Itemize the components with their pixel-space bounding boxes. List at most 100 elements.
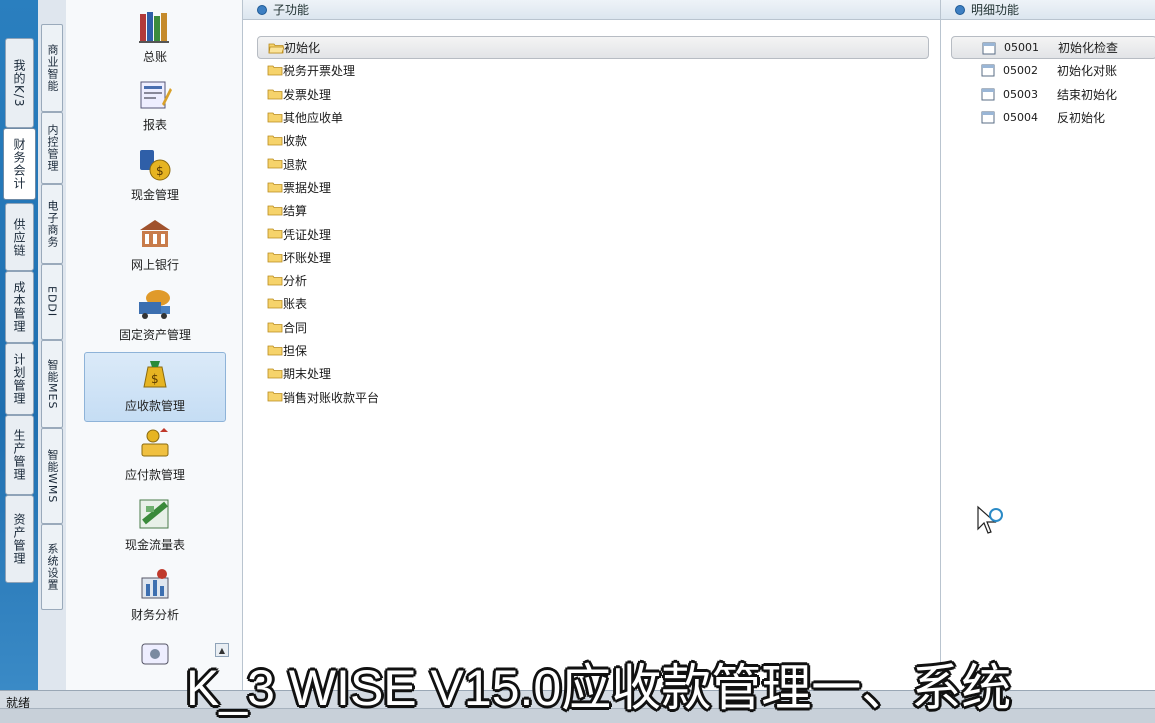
more-module-icon (141, 643, 169, 665)
tree-item[interactable]: 税务开票处理 (257, 59, 929, 82)
svg-text:$: $ (151, 372, 159, 386)
detail-item-name: 初始化对账 (1057, 64, 1118, 79)
tree-item-label: 票据处理 (283, 180, 332, 195)
report-icon (140, 81, 172, 109)
tab-financial-accounting[interactable]: 财务会计 (3, 128, 36, 200)
tab-production-management[interactable]: 生产管理 (5, 415, 34, 495)
tree-item[interactable]: 退款 (257, 152, 929, 175)
module-cash-management[interactable]: $ 现金管理 (84, 142, 226, 212)
sub-function-title: 子功能 (273, 3, 310, 17)
tree-item[interactable]: 销售对账收款平台 (257, 385, 929, 408)
tree-item-label: 担保 (283, 344, 308, 358)
tree-item[interactable]: 其他应收单 (257, 106, 929, 129)
folder-icon (267, 298, 283, 309)
detail-item[interactable]: 05001 初始化检查 (951, 36, 1155, 60)
tab-supply-chain[interactable]: 供应链 (5, 203, 34, 271)
pane-bullet-icon (955, 4, 965, 15)
folder-icon (267, 368, 283, 379)
detail-item[interactable]: 05002 初始化对账 (951, 59, 1155, 82)
ledger-books-icon (139, 12, 169, 43)
sub-function-pane: 子功能 初始化税务开票处理 发票处理其他应收单收款退款票据处理结算凭证处理坏账处理… (243, 0, 941, 690)
document-icon (982, 42, 996, 55)
module-label: 固定资产管理 (118, 328, 191, 342)
tab-system-settings[interactable]: 系统设置 (41, 524, 63, 610)
online-bank-icon (140, 220, 170, 247)
tree-item-label: 坏账处理 (283, 250, 332, 265)
tree-item[interactable]: 期末处理 (257, 362, 929, 385)
detail-item-code: 05002 (1003, 64, 1038, 78)
tree-item[interactable]: 凭证处理 (257, 222, 929, 245)
detail-item-name: 结束初始化 (1057, 87, 1118, 102)
detail-function-header: 明细功能 (941, 0, 1155, 20)
tree-item[interactable]: 分析 (257, 269, 929, 292)
module-label: 应收款管理 (124, 399, 185, 413)
folder-icon (267, 275, 283, 286)
detail-item-name: 初始化检查 (1058, 41, 1119, 56)
tree-item[interactable]: 担保 (257, 339, 929, 362)
tree-item-label: 其他应收单 (283, 111, 344, 126)
module-panel: 总账 报表 $ 现金管理 网上银行 固定资产管理 $ 应收款管理 应付款管理 现… (66, 0, 243, 690)
detail-item[interactable]: 05004 反初始化 (951, 106, 1155, 129)
module-label: 现金管理 (130, 188, 179, 202)
tab-eddi[interactable]: EDDI (41, 264, 63, 340)
folder-icon (267, 205, 283, 216)
folder-icon (267, 159, 283, 169)
tab-e-commerce[interactable]: 电子商务 (41, 184, 63, 264)
folder-icon (267, 345, 283, 356)
tree-item-label: 退款 (283, 157, 308, 172)
module-general-ledger[interactable]: 总账 (84, 4, 226, 74)
module-label: 网上银行 (130, 258, 179, 272)
tree-item-label: 凭证处理 (283, 227, 332, 242)
sub-function-header: 子功能 (243, 0, 940, 20)
tree-item[interactable]: 合同 (257, 316, 929, 339)
module-payables[interactable]: 应付款管理 (84, 422, 226, 492)
cashflow-statement-icon (139, 499, 169, 529)
detail-item-code: 05004 (1003, 111, 1038, 125)
tree-item[interactable]: 收款 (257, 129, 929, 152)
module-reports[interactable]: 报表 (84, 72, 226, 142)
mouse-cursor-icon (977, 505, 1003, 534)
document-icon (981, 64, 995, 77)
folder-icon (267, 182, 283, 193)
tree-item-label: 发票处理 (283, 87, 332, 102)
tree-item[interactable]: 坏账处理 (257, 246, 929, 269)
tree-item[interactable]: 发票处理 (257, 83, 929, 106)
tree-item-label: 期末处理 (283, 367, 332, 382)
module-label: 现金流量表 (124, 538, 185, 552)
detail-function-pane: 明细功能 05001 初始化检查 05002 初始化对账 05003 结束初始化 05004… (941, 0, 1155, 690)
folder-open-icon (268, 43, 284, 54)
folder-icon (267, 252, 283, 263)
tree-item[interactable]: 初始化 (257, 36, 929, 60)
tree-item[interactable]: 账表 (257, 292, 929, 315)
svg-text:$: $ (156, 164, 164, 178)
sub-function-tree: 初始化税务开票处理 发票处理其他应收单收款退款票据处理结算凭证处理坏账处理分析账表… (257, 36, 929, 409)
tree-item-label: 销售对账收款平台 (283, 390, 380, 405)
module-cashflow-statement[interactable]: 现金流量表 (84, 492, 226, 562)
tab-smart-mes[interactable]: 智能MES (41, 340, 63, 428)
tab-asset-management[interactable]: 资产管理 (5, 495, 34, 583)
tab-business-intelligence[interactable]: 商业智能 (41, 24, 63, 112)
detail-item-code: 05001 (1004, 41, 1039, 55)
tree-item[interactable]: 结算 (257, 199, 929, 222)
module-label: 财务分析 (130, 608, 179, 622)
folder-icon (267, 228, 283, 239)
financial-analysis-icon (141, 569, 169, 599)
module-online-bank[interactable]: 网上银行 (84, 212, 226, 282)
detail-function-list: 05001 初始化检查 05002 初始化对账 05003 结束初始化 05004 反初始化 (951, 36, 1155, 129)
tree-item[interactable]: 票据处理 (257, 176, 929, 199)
module-receivables[interactable]: $ 应收款管理 (84, 352, 226, 422)
tree-item-label: 账表 (283, 297, 308, 312)
tab-internal-control[interactable]: 内控管理 (41, 112, 63, 184)
tree-item-label: 税务开票处理 (283, 64, 356, 79)
detail-item[interactable]: 05003 结束初始化 (951, 83, 1155, 106)
tab-my-k3[interactable]: 我的K/3 (5, 38, 34, 128)
module-financial-analysis[interactable]: 财务分析 (84, 562, 226, 632)
module-fixed-assets[interactable]: 固定资产管理 (84, 282, 226, 352)
tab-cost-management[interactable]: 成本管理 (5, 271, 34, 343)
receivables-moneybag-icon: $ (143, 361, 167, 388)
tree-item-label: 合同 (283, 320, 308, 335)
tree-item-label: 初始化 (284, 41, 321, 56)
tab-smart-wms[interactable]: 智能WMS (41, 428, 63, 524)
tab-plan-management[interactable]: 计划管理 (5, 343, 34, 415)
video-subtitle: K_3 WISE V15.0应收款管理一、系统 (186, 660, 1012, 716)
